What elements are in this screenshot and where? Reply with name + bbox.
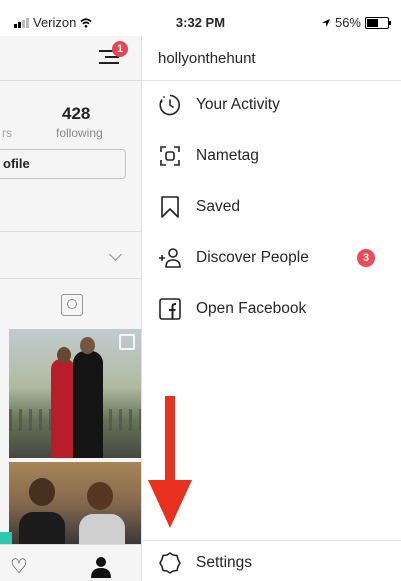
divider	[142, 80, 401, 81]
activity-clock-icon	[159, 94, 181, 116]
battery-percent: 56%	[334, 15, 361, 30]
nametag-icon	[160, 146, 180, 166]
bookmark-icon	[161, 196, 179, 218]
facebook-icon	[159, 298, 181, 320]
location-arrow-icon	[321, 18, 330, 27]
status-right: 56%	[321, 15, 391, 30]
pane-overlay	[0, 36, 141, 581]
menu-item-label: Nametag	[196, 147, 259, 164]
settings-button[interactable]: Settings	[158, 550, 252, 576]
annotation-arrow-icon	[148, 396, 192, 528]
menu-item-label: Open Facebook	[196, 300, 307, 317]
menu-item-nametag[interactable]: Nametag	[158, 143, 259, 169]
menu-item-label: Discover People	[196, 249, 309, 266]
status-bar: Verizon 3:32 PM 56%	[0, 0, 401, 36]
battery-fill	[367, 18, 379, 27]
settings-label: Settings	[196, 554, 253, 571]
discover-people-badge: 3	[357, 249, 375, 267]
menu-item-your-activity[interactable]: Your Activity	[158, 92, 280, 118]
menu-item-label: Your Activity	[196, 96, 280, 113]
menu-item-label: Saved	[196, 198, 240, 215]
add-person-icon	[159, 248, 181, 268]
menu-item-open-facebook[interactable]: Open Facebook	[158, 296, 306, 322]
gear-icon	[159, 552, 181, 574]
menu-item-saved[interactable]: Saved	[158, 194, 240, 220]
divider	[142, 540, 401, 541]
battery-icon	[365, 16, 391, 29]
menu-item-discover-people[interactable]: Discover People	[158, 245, 309, 271]
menu-username: hollyonthehunt	[158, 50, 256, 67]
